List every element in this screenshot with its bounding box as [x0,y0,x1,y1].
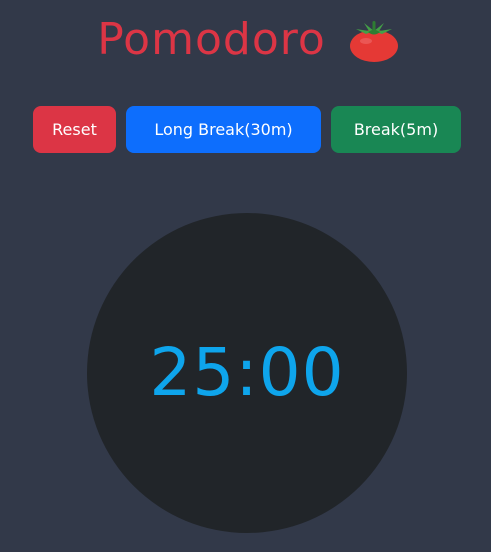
timer-clock: 25:00 [87,213,407,533]
reset-button[interactable]: Reset [33,106,116,153]
app-header: Pomodoro [0,12,491,68]
break-button[interactable]: Break(5m) [331,106,461,153]
timer-display: 25:00 [149,334,345,411]
tomato-icon [349,21,398,62]
page-title: Pomodoro [97,14,326,65]
long-break-button[interactable]: Long Break(30m) [126,106,321,153]
